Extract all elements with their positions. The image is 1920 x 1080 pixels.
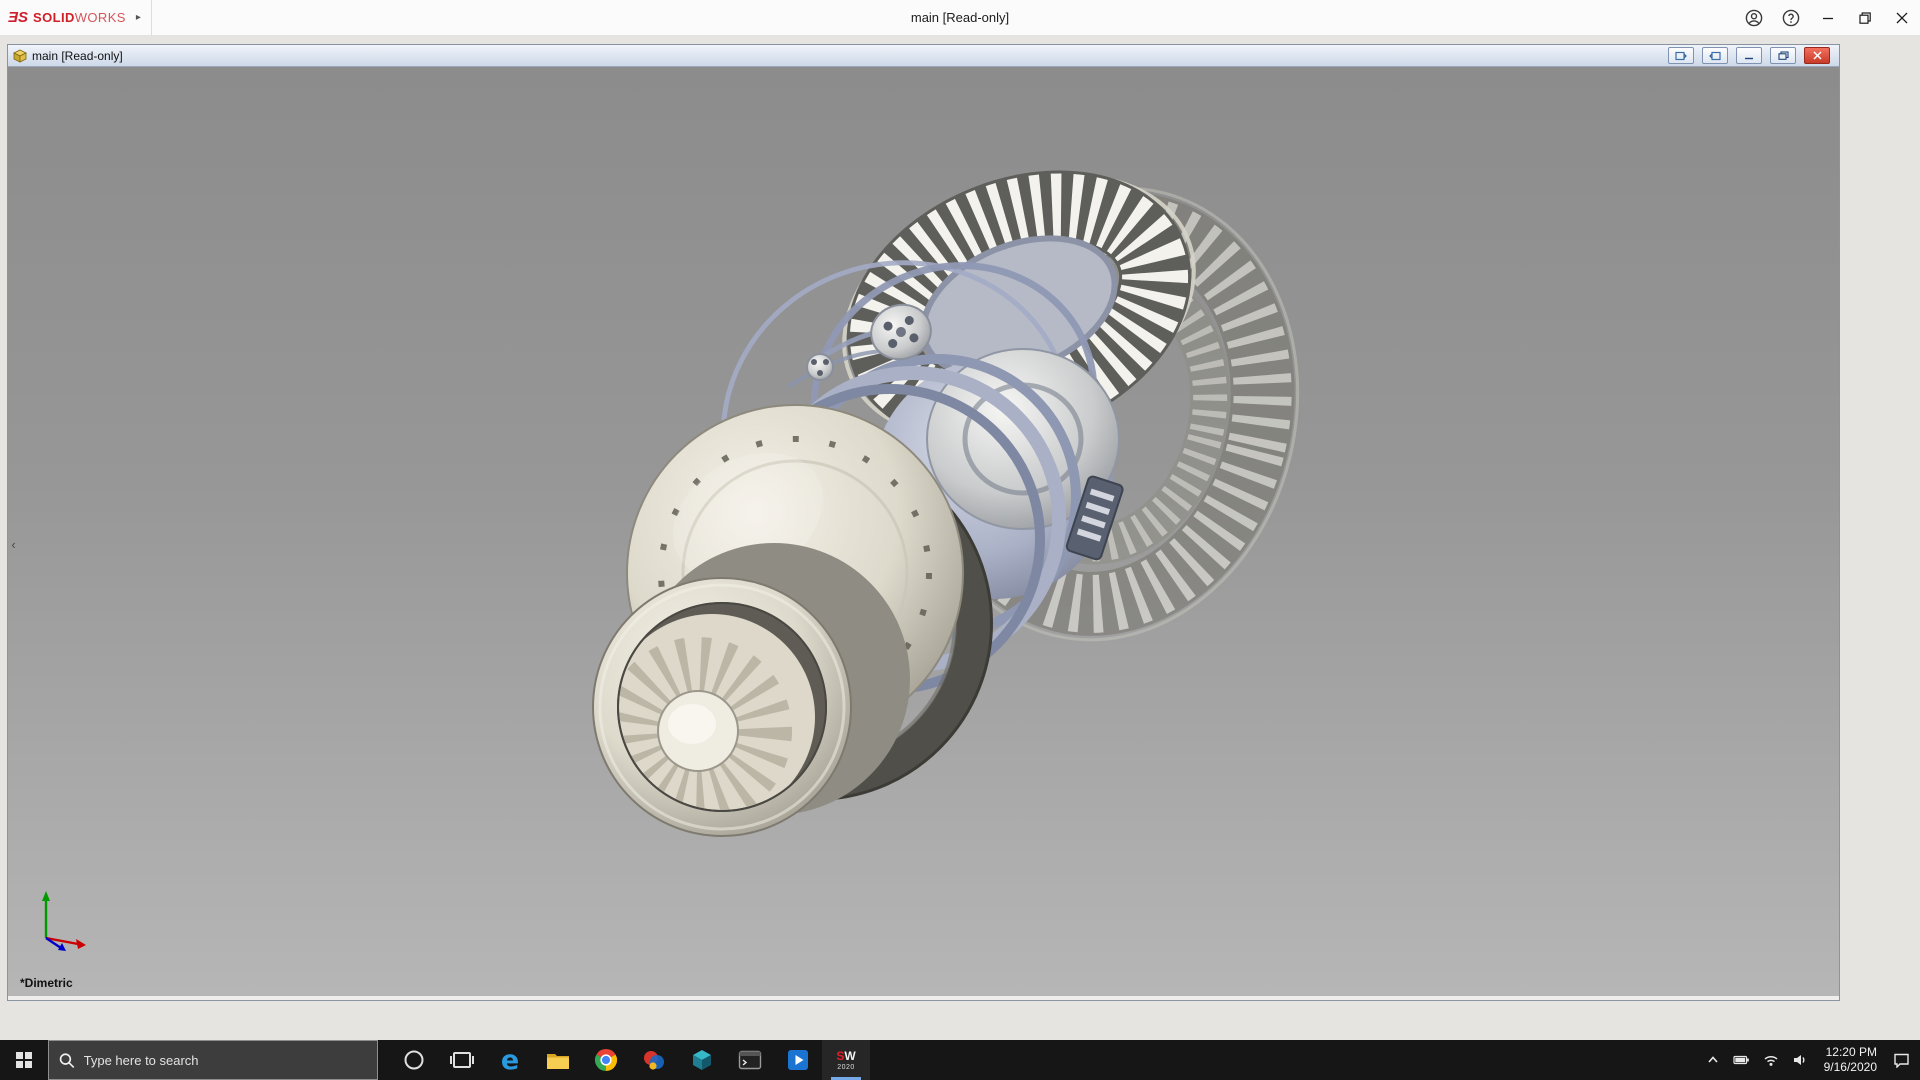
system-tray: 12:20 PM 9/16/2020 [1702, 1040, 1920, 1080]
tray-clock[interactable]: 12:20 PM 9/16/2020 [1818, 1045, 1883, 1075]
small-fitting[interactable] [807, 354, 833, 380]
doc-minimize-icon [1744, 52, 1754, 60]
document-window-buttons [1668, 47, 1834, 64]
colored-app-icon [642, 1048, 666, 1072]
close-icon [1896, 12, 1908, 24]
restore-button[interactable] [1846, 0, 1883, 36]
search-icon [59, 1052, 75, 1069]
solidworks-logo[interactable]: ƎS SOLIDWORKS ▸ [0, 0, 152, 35]
brand-text-works: WORKS [75, 10, 126, 25]
jet-engine-model[interactable] [8, 67, 1839, 996]
document-titlebar[interactable]: main [Read-only] [8, 45, 1839, 67]
collapsed-left-pane-tab[interactable]: ‹ [8, 531, 19, 557]
solidworks-logo-icon: ƎS [8, 9, 28, 26]
help-icon [1782, 9, 1800, 27]
doc-restore-icon [1778, 51, 1789, 60]
network-button[interactable] [1760, 1040, 1782, 1080]
intake-bell[interactable] [593, 578, 851, 836]
hidden-icons-button[interactable] [1702, 1040, 1724, 1080]
file-explorer-button[interactable] [534, 1040, 582, 1080]
cube-app-icon [690, 1048, 714, 1072]
windows-logo-icon [16, 1052, 33, 1069]
chevron-up-icon [1705, 1052, 1721, 1068]
doc-restore-button[interactable] [1770, 47, 1796, 64]
cortana-icon [403, 1049, 425, 1071]
document-window: main [Read-only] [7, 44, 1840, 1001]
minimize-button[interactable] [1809, 0, 1846, 36]
window-tile-icon [1675, 51, 1687, 61]
action-center-button[interactable] [1890, 1040, 1912, 1080]
taskbar: e [0, 1040, 1920, 1080]
solidworks-2020-icon: SW 2020 [836, 1050, 855, 1071]
brand-text-solid: SOLID [33, 10, 75, 25]
task-view-button[interactable] [438, 1040, 486, 1080]
doc-tile-button-1[interactable] [1668, 47, 1694, 64]
account-icon [1745, 9, 1763, 27]
file-explorer-icon [546, 1050, 570, 1070]
close-button[interactable] [1883, 0, 1920, 36]
terminal-app-icon [738, 1049, 762, 1071]
minimize-icon [1822, 12, 1834, 24]
window-tile-icon [1709, 51, 1721, 61]
task-view-icon [450, 1050, 474, 1070]
orientation-triad [32, 888, 90, 952]
media-app-button[interactable] [774, 1040, 822, 1080]
solidworks-2020-button[interactable]: SW 2020 [822, 1040, 870, 1080]
edge-icon: e [501, 1047, 519, 1074]
wifi-icon [1763, 1052, 1779, 1068]
titlebar-actions [1735, 0, 1920, 36]
terminal-app-button[interactable] [726, 1040, 774, 1080]
tray-date: 9/16/2020 [1824, 1060, 1877, 1075]
action-center-icon [1893, 1052, 1910, 1068]
restore-icon [1859, 12, 1871, 24]
battery-icon [1733, 1052, 1750, 1068]
screen: ƎS SOLIDWORKS ▸ main [Read-only] [0, 0, 1920, 1080]
app-window-title: main [Read-only] [300, 10, 1620, 25]
doc-minimize-button[interactable] [1736, 47, 1762, 64]
document-title: main [Read-only] [32, 49, 123, 63]
doc-close-button[interactable] [1804, 47, 1830, 64]
speaker-icon [1792, 1052, 1808, 1068]
taskbar-search[interactable] [48, 1040, 378, 1080]
app-titlebar: ƎS SOLIDWORKS ▸ main [Read-only] [0, 0, 1920, 36]
account-button[interactable] [1735, 0, 1772, 36]
solidworks-version-badge: 2020 [837, 1064, 855, 1071]
cube-app-button[interactable] [678, 1040, 726, 1080]
volume-button[interactable] [1789, 1040, 1811, 1080]
chrome-button[interactable] [582, 1040, 630, 1080]
media-app-icon [786, 1048, 810, 1072]
tray-time: 12:20 PM [1826, 1045, 1877, 1060]
cortana-button[interactable] [390, 1040, 438, 1080]
colored-app-button[interactable] [630, 1040, 678, 1080]
start-button[interactable] [0, 1040, 48, 1080]
3d-viewport[interactable]: *Dimetric ‹ [8, 67, 1839, 996]
battery-button[interactable] [1731, 1040, 1753, 1080]
view-orientation-label: *Dimetric [20, 976, 73, 990]
assembly-doc-icon [13, 49, 27, 63]
doc-tile-button-2[interactable] [1702, 47, 1728, 64]
edge-button[interactable]: e [486, 1040, 534, 1080]
chrome-icon [594, 1048, 618, 1072]
menu-expand-arrow-icon[interactable]: ▸ [136, 12, 141, 23]
search-input[interactable] [84, 1053, 367, 1068]
help-button[interactable] [1772, 0, 1809, 36]
taskbar-app-icons: e [390, 1040, 870, 1080]
doc-close-icon [1813, 51, 1822, 60]
